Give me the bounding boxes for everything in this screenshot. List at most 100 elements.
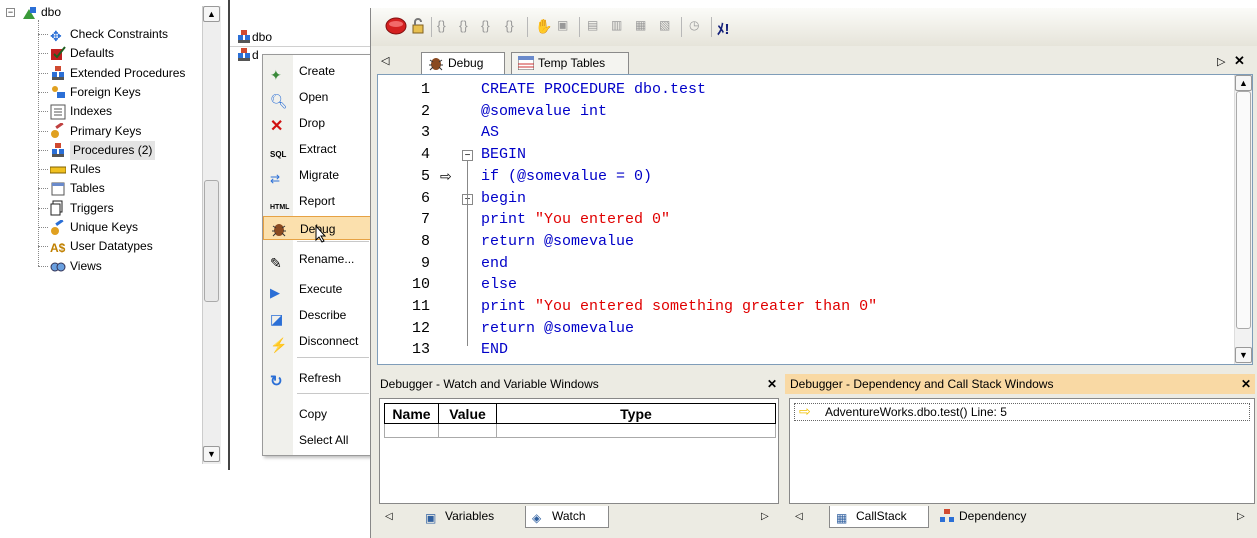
tree-item-views[interactable]: Views <box>50 257 102 276</box>
tree-item-primary-keys[interactable]: Primary Keys <box>50 121 141 141</box>
tree-item-defaults[interactable]: Defaults <box>50 44 114 63</box>
tab-scroll-right-icon[interactable]: ▷ <box>1237 511 1245 522</box>
line-number: 4 <box>420 146 430 164</box>
clear-breakpoints-icon[interactable]: ▣ <box>557 18 573 34</box>
callstack-entry[interactable]: ⇨ AdventureWorks.dbo.test() Line: 5 <box>794 403 1250 421</box>
timer-icon[interactable]: ◷ <box>689 18 705 34</box>
code-line[interactable]: BEGIN <box>481 146 526 163</box>
menu-item-open[interactable]: 🔍︎ Open <box>263 85 371 109</box>
code-line[interactable]: else <box>481 276 517 293</box>
tree-item-foreign-keys[interactable]: Foreign Keys <box>50 83 141 102</box>
menu-item-refresh[interactable]: ↻ Refresh <box>263 366 371 390</box>
debug-bug-icon <box>271 221 287 237</box>
code-line[interactable]: if (@somevalue = 0) <box>481 168 652 185</box>
watch-window-icon[interactable]: ▤ <box>587 18 603 34</box>
code-line[interactable]: begin <box>481 190 526 207</box>
scroll-up-button[interactable]: ▲ <box>1235 75 1252 91</box>
tree-item-procedures[interactable]: Procedures (2) <box>50 140 156 160</box>
line-number: 1 <box>420 81 430 98</box>
table-icon <box>518 56 534 70</box>
code-line[interactable]: end <box>481 255 508 272</box>
code-line[interactable]: return @somevalue <box>481 320 634 337</box>
code-line[interactable]: AS <box>481 124 499 141</box>
close-tab-icon[interactable]: ✕ <box>1234 53 1245 69</box>
tab-dependency[interactable]: Dependency <box>933 506 1053 528</box>
column-header-name[interactable]: Name <box>384 403 439 424</box>
tab-scroll-right-icon[interactable]: ▷ <box>1217 55 1225 68</box>
tree-item-unique-keys[interactable]: Unique Keys <box>50 218 138 237</box>
tree-item-label: Unique Keys <box>70 220 139 234</box>
tree-scrollbar[interactable]: ▲ ▼ <box>202 6 221 464</box>
menu-item-label: Report <box>299 194 336 208</box>
code-line[interactable]: print "You entered something greater tha… <box>481 298 877 315</box>
context-menu: ✦ Create 🔍︎ Open ✕ Drop SQL Extract ⇄ Migrate HTML… <box>262 54 372 456</box>
scroll-thumb[interactable] <box>204 180 219 302</box>
watch-cell[interactable] <box>496 423 776 438</box>
menu-item-rename[interactable]: ✎ Rename... <box>263 247 371 271</box>
editor-scrollbar[interactable]: ▲ ▼ <box>1234 75 1252 364</box>
run-icon[interactable]: ﾒ! <box>717 18 733 38</box>
tree-item-tables[interactable]: Tables <box>50 179 105 198</box>
tree-item-check-constraints[interactable]: ✥ Check Constraints <box>50 25 168 44</box>
menu-item-execute[interactable]: ▶ Execute <box>263 277 371 301</box>
menu-item-migrate[interactable]: ⇄ Migrate <box>263 163 371 187</box>
sql-editor[interactable]: 1 CREATE PROCEDURE dbo.test 2 @somevalue in… <box>377 74 1253 365</box>
indexes-icon <box>50 104 66 120</box>
code-line[interactable]: END <box>481 341 508 358</box>
menu-item-disconnect[interactable]: ⚡ Disconnect <box>263 329 371 353</box>
tab-debug[interactable]: Debug <box>421 52 505 74</box>
tab-scroll-left-icon[interactable]: ◁ <box>795 511 803 522</box>
scroll-down-button[interactable]: ▼ <box>1235 347 1252 363</box>
tab-temp-tables[interactable]: Temp Tables <box>511 52 629 74</box>
toggle-breakpoint-icon[interactable]: ✋ <box>535 18 552 34</box>
close-icon[interactable]: ✕ <box>1241 374 1251 394</box>
close-icon[interactable]: ✕ <box>767 374 777 394</box>
code-line[interactable]: CREATE PROCEDURE dbo.test <box>481 81 706 98</box>
scroll-thumb[interactable] <box>1236 91 1251 329</box>
tree-item-indexes[interactable]: Indexes <box>50 102 112 121</box>
menu-item-copy[interactable]: Copy <box>263 402 371 426</box>
tree-item-triggers[interactable]: Triggers <box>50 199 114 218</box>
watch-cell[interactable] <box>384 423 439 438</box>
tree-item-rules[interactable]: Rules <box>49 160 101 179</box>
tab-callstack[interactable]: ▦ CallStack <box>829 506 929 528</box>
tab-watch[interactable]: ◈ Watch <box>525 506 609 528</box>
menu-item-report[interactable]: HTML Report <box>263 189 371 213</box>
stop-debug-icon[interactable] <box>385 16 407 36</box>
tab-scroll-left-icon[interactable]: ◁ <box>381 54 389 67</box>
tree-item-user-datatypes[interactable]: A$ User Datatypes <box>50 237 153 256</box>
tree-item-extended-procedures[interactable]: Extended Procedures <box>50 64 185 83</box>
tab-variables[interactable]: ▣ Variables <box>419 506 523 528</box>
dependency-window-icon[interactable]: ▧ <box>659 18 675 34</box>
code-line[interactable]: @somevalue int <box>481 103 607 120</box>
tab-scroll-left-icon[interactable]: ◁ <box>385 511 393 522</box>
menu-item-extract[interactable]: SQL Extract <box>263 137 371 161</box>
step-into-icon[interactable]: {} <box>437 18 453 34</box>
proc-item[interactable]: d <box>236 47 259 63</box>
callstack-window-icon[interactable]: ▦ <box>635 18 651 34</box>
code-keyword: print <box>481 211 536 229</box>
tree-root[interactable]: − dbo <box>6 3 61 22</box>
column-header-value[interactable]: Value <box>438 403 497 424</box>
menu-item-create[interactable]: ✦ Create <box>263 59 371 83</box>
collapse-icon[interactable]: − <box>6 8 15 17</box>
scroll-up-button[interactable]: ▲ <box>203 6 220 22</box>
editor-tabs: ◁ Debug Temp Tables ▷ ✕ <box>377 50 1252 74</box>
variables-window-icon[interactable]: ▥ <box>611 18 627 34</box>
run-to-cursor-icon[interactable]: {} <box>505 18 521 34</box>
watch-cell[interactable] <box>438 423 497 438</box>
tab-scroll-right-icon[interactable]: ▷ <box>761 511 769 522</box>
proc-item[interactable]: dbo <box>236 29 272 45</box>
step-over-icon[interactable]: {} <box>459 18 475 34</box>
menu-item-describe[interactable]: ◪ Describe <box>263 303 371 327</box>
step-out-icon[interactable]: {} <box>481 18 497 34</box>
scroll-down-button[interactable]: ▼ <box>203 446 220 462</box>
column-header-type[interactable]: Type <box>496 403 776 424</box>
fold-toggle-icon[interactable]: − <box>462 150 473 162</box>
menu-item-select-all[interactable]: Select All <box>263 428 371 452</box>
code-line[interactable]: return @somevalue <box>481 233 634 250</box>
menu-item-drop[interactable]: ✕ Drop <box>263 111 371 135</box>
code-line[interactable]: print "You entered 0" <box>481 211 670 228</box>
migrate-icon: ⇄ <box>270 172 281 186</box>
unlock-icon[interactable] <box>410 18 426 34</box>
